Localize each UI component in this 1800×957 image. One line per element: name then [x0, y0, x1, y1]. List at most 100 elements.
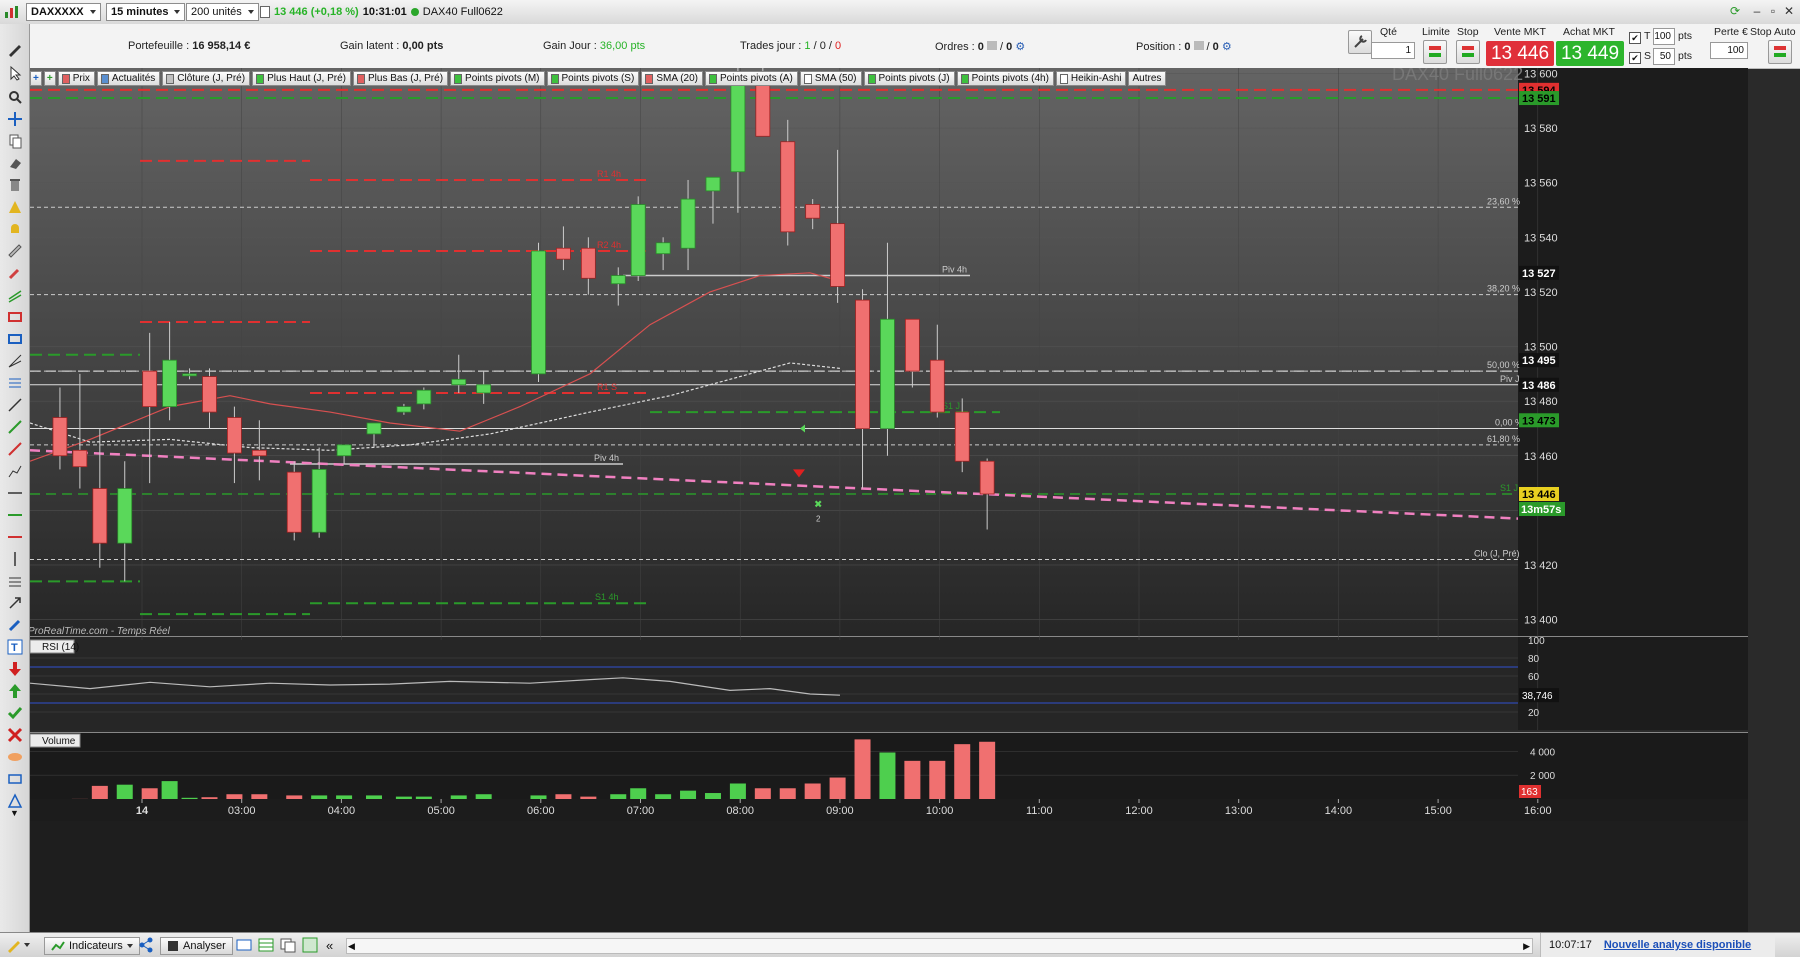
indicator-button[interactable]: Clôture (J, Pré) — [162, 71, 250, 86]
y-tick-label: 13 540 — [1524, 232, 1558, 244]
trash-icon[interactable] — [6, 176, 23, 193]
share-icon[interactable] — [138, 937, 154, 953]
ellipse-icon[interactable] — [6, 748, 23, 765]
arrow-icon[interactable] — [6, 594, 23, 611]
position-info[interactable]: Position : 0 / 0 ⚙ — [1136, 40, 1232, 53]
eraser-icon[interactable] — [6, 154, 23, 171]
timeframe-selector[interactable]: 15 minutes — [106, 3, 185, 21]
screener-icon[interactable] — [280, 937, 296, 953]
zoom-icon[interactable] — [6, 88, 23, 105]
indicator-button[interactable]: Points pivots (J) — [864, 71, 955, 86]
symbol-selector[interactable]: DAXXXXX — [26, 3, 101, 21]
pencil-icon[interactable] — [6, 264, 23, 281]
bearish-candle — [53, 418, 67, 456]
indicator-button[interactable]: SMA (20) — [641, 71, 703, 86]
units-selector[interactable]: 200 unités — [186, 3, 259, 21]
box-icon[interactable] — [6, 330, 23, 347]
scroll-down-icon[interactable]: ▼ — [6, 804, 23, 821]
indicators-button[interactable]: Indicateurs — [44, 937, 140, 955]
horizontal-scrollbar[interactable]: ◀ ▶ — [346, 938, 1533, 954]
orders-info[interactable]: Ordres : 0 / 0 ⚙ — [935, 40, 1025, 53]
bearish-candle — [556, 248, 570, 259]
support-icon[interactable] — [6, 506, 23, 523]
move-icon[interactable] — [6, 110, 23, 127]
copy-icon[interactable] — [6, 132, 23, 149]
y-tick-label: 13 460 — [1524, 451, 1558, 463]
indicator-button[interactable]: Heikin-Ashi — [1056, 71, 1127, 86]
sell-market-button[interactable]: 13 446 — [1486, 41, 1554, 66]
x-tick-label: 06:00 — [527, 805, 555, 817]
gann-icon[interactable] — [6, 352, 23, 369]
buy-market-button[interactable]: 13 449 — [1556, 41, 1624, 66]
fibonacci-icon[interactable] — [6, 374, 23, 391]
add-series-button[interactable]: + — [44, 71, 56, 86]
indicator-button[interactable]: Plus Bas (J, Pré) — [353, 71, 448, 86]
parallel-icon[interactable] — [6, 770, 23, 787]
scroll-left-icon[interactable]: « — [326, 937, 333, 953]
new-analysis-link[interactable]: Nouvelle analyse disponible — [1604, 939, 1751, 951]
cursor-icon[interactable] — [6, 64, 23, 81]
time-axis: 1403:0004:0005:0006:0007:0008:0009:0010:… — [30, 799, 1748, 821]
cross-icon[interactable] — [6, 726, 23, 743]
qty-input[interactable]: 1 — [1371, 42, 1415, 59]
loss-input[interactable]: 100 — [1710, 42, 1748, 59]
indicator-button[interactable]: Points pivots (M) — [450, 71, 544, 86]
bullish-candle — [532, 251, 546, 374]
trendline-icon[interactable] — [6, 418, 23, 435]
auto-stop-button[interactable] — [1768, 40, 1792, 64]
hline-icon[interactable] — [6, 484, 23, 501]
pivot-label: Piv J — [1500, 374, 1520, 384]
account-info-bar: Portefeuille : 16 958,14 € Gain latent :… — [30, 24, 1348, 69]
text-icon[interactable]: T — [6, 638, 23, 655]
indicator-button[interactable]: Plus Haut (J, Pré) — [252, 71, 351, 86]
ruler-icon[interactable] — [6, 242, 23, 259]
stop-order-button[interactable] — [1456, 40, 1480, 64]
brush-icon[interactable] — [6, 616, 23, 633]
wrench-icon[interactable] — [1348, 30, 1372, 54]
price-tag: 13 473 — [1522, 415, 1556, 427]
target-checkbox[interactable]: ✔ — [1629, 32, 1641, 44]
gear-icon[interactable] — [302, 937, 318, 953]
chart-icon[interactable] — [236, 937, 252, 953]
units-label: 200 unités — [191, 6, 242, 18]
restore-icon[interactable]: ▫ — [1766, 4, 1780, 18]
pivot-label: Piv 4h — [594, 453, 619, 463]
fib-label: 50,00 % — [1487, 360, 1520, 370]
line-icon[interactable] — [6, 396, 23, 413]
pen-icon[interactable] — [6, 40, 23, 57]
indicator-button[interactable]: Points pivots (S) — [547, 71, 640, 86]
indicator-button[interactable]: Autres — [1128, 71, 1166, 86]
bearish-candle — [287, 472, 301, 532]
table-icon[interactable] — [258, 937, 274, 953]
indicator-button[interactable]: Points pivots (A) — [705, 71, 798, 86]
indicator-button[interactable]: SMA (50) — [800, 71, 862, 86]
arrow-down-red-icon[interactable] — [6, 660, 23, 677]
bearish-candle — [980, 461, 994, 494]
ray-icon[interactable] — [6, 440, 23, 457]
close-icon[interactable]: ✕ — [1782, 4, 1796, 18]
rectangle-icon[interactable] — [6, 308, 23, 325]
levels-icon[interactable] — [6, 572, 23, 589]
alert-icon[interactable] — [6, 198, 23, 215]
polyline-icon[interactable] — [6, 462, 23, 479]
bell-icon[interactable] — [6, 220, 23, 237]
stoploss-input[interactable]: 50 — [1653, 48, 1675, 65]
channel-icon[interactable] — [6, 286, 23, 303]
volume-tick-label: 2 000 — [1530, 771, 1555, 782]
target-input[interactable]: 100 — [1653, 28, 1675, 45]
indicator-button[interactable]: Prix — [58, 71, 95, 86]
check-icon[interactable] — [6, 704, 23, 721]
pen-dropdown-icon[interactable] — [6, 937, 30, 953]
add-indicator-button[interactable]: + — [30, 71, 42, 86]
indicator-button[interactable]: Actualités — [97, 71, 160, 86]
price-chart[interactable]: 13 60013 58013 56013 54013 52013 50013 4… — [30, 68, 1748, 730]
stop-checkbox[interactable]: ✔ — [1629, 52, 1641, 64]
indicator-button[interactable]: Points pivots (4h) — [957, 71, 1054, 86]
arrow-up-green-icon[interactable] — [6, 682, 23, 699]
minimize-icon[interactable]: – — [1750, 4, 1764, 18]
analyze-button[interactable]: Analyser — [160, 937, 233, 955]
limit-order-button[interactable] — [1423, 40, 1447, 64]
vline-icon[interactable] — [6, 550, 23, 567]
resistance-icon[interactable] — [6, 528, 23, 545]
refresh-icon[interactable]: ⟳ — [1728, 4, 1742, 18]
